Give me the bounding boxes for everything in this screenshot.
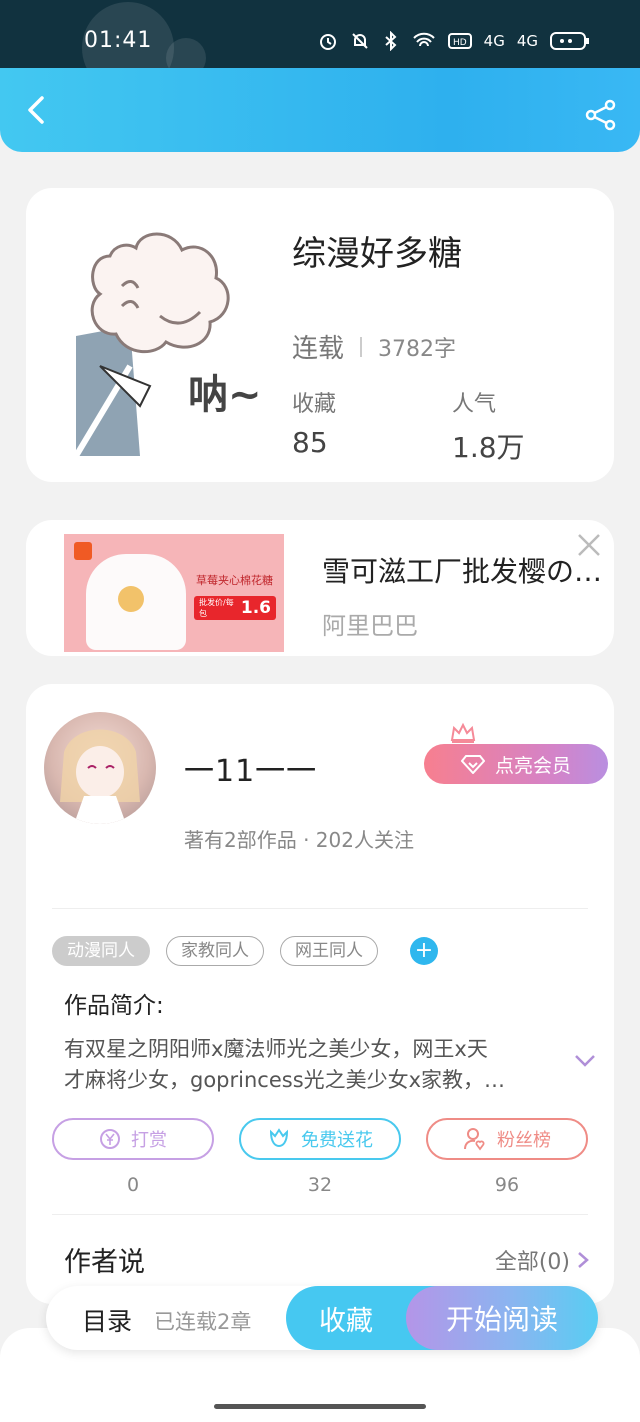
serial-status: 连载 — [292, 334, 345, 364]
fan-ranking-label: 粉丝榜 — [497, 1130, 551, 1151]
tag-item[interactable]: 动漫同人 — [52, 936, 150, 966]
favorites-value: 85 — [292, 426, 328, 459]
fan-ranking-button[interactable]: 粉丝榜 — [426, 1118, 588, 1160]
ad-price-tag: 批发价/每包 1.6 — [194, 596, 276, 620]
tag-item[interactable]: 家教同人 — [166, 936, 264, 966]
toc-button[interactable]: 目录 — [82, 1302, 132, 1338]
start-reading-button[interactable]: 开始阅读 — [406, 1286, 598, 1350]
vip-button[interactable]: 点亮会员 — [424, 744, 608, 784]
author-card: 一11一一 点亮会员 著有2部作品 · 202人关注 动漫同人 家教同人 网王同… — [26, 684, 614, 1304]
author-says-title: 作者说 — [64, 1247, 145, 1278]
battery-icon — [550, 32, 589, 50]
word-count: 3782字 — [378, 336, 457, 362]
tip-count: 0 — [126, 1174, 140, 1196]
status-divider — [360, 336, 363, 357]
svg-text:HD: HD — [453, 38, 467, 48]
yen-coin-icon — [100, 1129, 120, 1149]
share-icon[interactable] — [584, 98, 618, 132]
mute-icon — [351, 33, 368, 49]
ad-brand-logo — [74, 542, 92, 560]
add-tag-button[interactable]: + — [410, 937, 438, 965]
diamond-icon — [460, 755, 485, 774]
view-all-label: 全部(0) — [494, 1250, 570, 1275]
book-cover[interactable]: 呐~ — [70, 216, 270, 458]
chapter-count: 已连载2章 — [154, 1310, 252, 1334]
author-name[interactable]: 一11一一 — [184, 746, 317, 790]
send-flower-button[interactable]: 免费送花 — [239, 1118, 401, 1160]
hd-icon: HD — [447, 33, 472, 49]
header-bar — [0, 68, 640, 152]
ad-title[interactable]: 雪可滋工厂批发樱の雪… — [322, 550, 612, 590]
popularity-label: 人气 — [452, 392, 497, 417]
avatar[interactable] — [44, 712, 156, 824]
close-icon[interactable] — [576, 532, 602, 558]
fan-count: 96 — [494, 1174, 520, 1196]
flower-icon — [269, 1128, 289, 1148]
popularity-value: 1.8万 — [452, 431, 525, 464]
flower-count: 32 — [307, 1174, 333, 1196]
ad-image[interactable]: 草莓夹心棉花糖 批发价/每包 1.6 — [64, 534, 284, 652]
home-indicator[interactable] — [214, 1404, 426, 1409]
vip-label: 点亮会员 — [494, 754, 571, 777]
intro-text: 有双星之阴阳师x魔法师光之美少女，网王x天 才麻将少女，goprincess光之… — [64, 1034, 554, 1096]
alarm-icon — [319, 34, 336, 50]
status-time: 01:41 — [84, 28, 153, 53]
chevron-down-icon[interactable] — [572, 1050, 598, 1070]
send-flower-label: 免费送花 — [301, 1130, 373, 1151]
tag-list: 动漫同人 家教同人 网王同人 + — [52, 936, 438, 966]
back-icon[interactable] — [20, 92, 56, 128]
signal-icon: 4G — [516, 32, 538, 50]
bluetooth-icon — [384, 31, 397, 51]
book-info-card: 呐~ 综漫好多糖 连载 3782字 收藏 85 人气 1.8万 — [26, 188, 614, 482]
chevron-right-icon — [578, 1252, 589, 1268]
book-status-row: 连载 3782字 — [292, 328, 456, 365]
intro-label: 作品简介: — [64, 993, 164, 1019]
wifi-icon — [412, 32, 435, 47]
author-meta: 著有2部作品 · 202人关注 — [184, 828, 414, 852]
ad-source: 阿里巴巴 — [322, 612, 418, 640]
signal-icon: 4G — [483, 32, 505, 50]
cover-caption: 呐~ — [188, 372, 262, 418]
tag-item[interactable]: 网王同人 — [280, 936, 378, 966]
favorites-label: 收藏 — [292, 392, 337, 417]
bottom-action-bar: 目录 已连载2章 收藏 开始阅读 — [46, 1286, 598, 1350]
user-heart-icon — [464, 1128, 485, 1151]
status-bar: 01:41 HD 4G 4G — [0, 0, 640, 94]
crown-icon — [450, 722, 476, 743]
status-icons: HD 4G 4G — [318, 30, 590, 52]
intro-line: 才麻将少女，goprincess光之美少女x家教，… — [64, 1068, 506, 1092]
favorite-label: 收藏 — [319, 1305, 373, 1337]
book-title: 综漫好多糖 — [292, 234, 462, 274]
avatar-illustration — [60, 729, 140, 824]
tip-label: 打赏 — [131, 1130, 167, 1151]
cover-illustration — [73, 232, 230, 458]
ad-image-caption: 草莓夹心棉花糖 — [196, 574, 273, 587]
tip-button[interactable]: 打赏 — [52, 1118, 214, 1160]
view-all-link[interactable]: 全部(0) — [495, 1244, 590, 1276]
ad-card[interactable]: 草莓夹心棉花糖 批发价/每包 1.6 雪可滋工厂批发樱の雪… 阿里巴巴 — [26, 520, 614, 656]
intro-line: 有双星之阴阳师x魔法师光之美少女，网王x天 — [64, 1037, 488, 1061]
divider — [52, 908, 588, 909]
divider — [52, 1214, 588, 1215]
